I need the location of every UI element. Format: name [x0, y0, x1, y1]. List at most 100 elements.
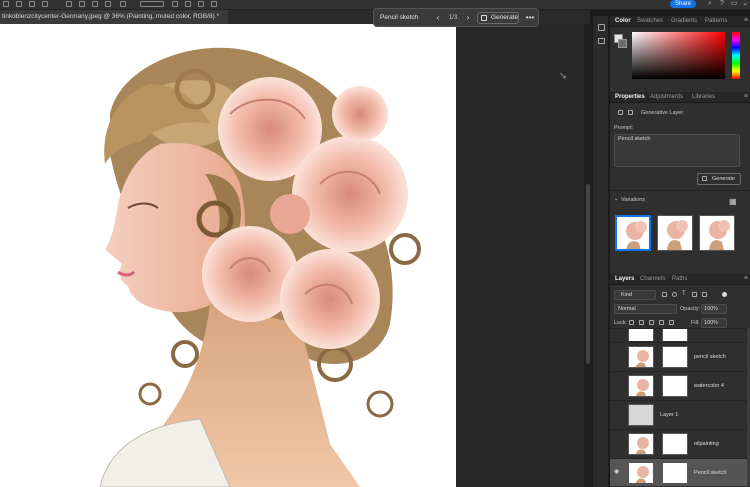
share-button[interactable]: Share [670, 0, 696, 8]
opacity-input[interactable]: 100% [701, 304, 727, 314]
variation-thumbnail[interactable] [615, 215, 651, 251]
grid-icon[interactable]: ▦ [729, 197, 737, 206]
help-icon[interactable]: ? [718, 0, 726, 8]
smart-object-filter-icon[interactable] [702, 292, 707, 297]
layer-mask-thumbnail [662, 375, 688, 397]
move-icon[interactable] [3, 1, 9, 7]
blend-mode-select[interactable]: Normal [614, 304, 677, 314]
layer-filter-select[interactable]: Kind [614, 290, 656, 300]
adjustment-filter-icon[interactable] [672, 292, 677, 297]
document-tab-title: tinkoblenzcitycenter-Germany.jpeg @ 36% … [2, 13, 220, 20]
slide-icon[interactable] [198, 1, 204, 7]
layer-row[interactable]: oilpainting [610, 429, 750, 457]
tab-swatches[interactable]: Swatches [637, 16, 663, 27]
layer-row[interactable]: watercolor 4 [610, 371, 750, 399]
distribute-icon[interactable] [66, 1, 72, 7]
align-right-icon[interactable] [42, 1, 48, 7]
divider [610, 190, 750, 191]
workspace-icon[interactable]: ▭ [730, 0, 738, 8]
tab-gradients[interactable]: Gradients [671, 16, 697, 27]
eye-icon[interactable]: ◉ [614, 468, 622, 476]
type-filter-icon[interactable]: T [682, 291, 686, 297]
layer-row[interactable] [610, 328, 750, 341]
comments-icon[interactable] [598, 38, 605, 44]
shape-filter-icon[interactable] [692, 292, 697, 297]
blend-mode-value: Normal [618, 306, 636, 312]
layer-row-selected[interactable]: ◉ Pencil sketch [610, 458, 750, 486]
align-left-icon[interactable] [16, 1, 22, 7]
fill-value: 100% [704, 320, 719, 326]
tab-color[interactable]: Color [615, 16, 631, 27]
tab-properties[interactable]: Properties [615, 92, 645, 103]
prompt-text: Pencil sketch [618, 136, 651, 142]
3d-mode-icon[interactable] [140, 1, 164, 7]
right-panel-dock: Color Swatches Gradients Patterns ≡ Prop… [609, 16, 750, 487]
layer-mask-thumbnail [662, 462, 688, 484]
orbit-icon[interactable] [172, 1, 178, 7]
vertical-scrollbar[interactable] [584, 24, 592, 487]
tab-adjustments[interactable]: Adjustments [650, 92, 683, 103]
scale-icon[interactable] [211, 1, 217, 7]
distribute-icon[interactable] [79, 1, 85, 7]
lock-transparency-icon[interactable] [629, 320, 634, 325]
generate-icon [481, 15, 487, 21]
chevron-down-icon[interactable]: ⌄ [741, 0, 749, 8]
align-center-icon[interactable] [29, 1, 35, 7]
properties-generate-button[interactable]: Generate [697, 173, 741, 185]
generate-icon [702, 176, 707, 181]
pixel-filter-icon[interactable] [662, 292, 667, 297]
previous-variation-button[interactable]: ‹ [434, 12, 442, 24]
filter-toggle-icon[interactable] [722, 292, 727, 297]
layer-name[interactable]: Pencil sketch [694, 459, 726, 487]
prompt-textarea[interactable]: Pencil sketch [614, 134, 740, 167]
prompt-label: Prompt: [614, 125, 634, 131]
next-variation-button[interactable]: › [464, 12, 472, 24]
tab-layers[interactable]: Layers [615, 274, 634, 285]
layer-row[interactable]: pencil sketch [610, 342, 750, 370]
distribute-icon[interactable] [92, 1, 98, 7]
variation-thumbnail[interactable] [657, 215, 693, 251]
variation-counter: 1/3 [448, 15, 458, 21]
opacity-label: Opacity: [680, 306, 701, 312]
layer-name[interactable]: watercolor 4 [694, 372, 724, 400]
fill-input[interactable]: 100% [701, 318, 727, 328]
variations-chevron-icon[interactable]: ⌄ [614, 196, 619, 202]
document-tab[interactable]: tinkoblenzcitycenter-Germany.jpeg @ 36% … [0, 10, 228, 24]
tab-libraries[interactable]: Libraries [692, 92, 715, 103]
hand-cursor-icon: ➘ [559, 71, 568, 82]
pasteboard: ➘ [456, 24, 584, 487]
panel-menu-icon[interactable]: ≡ [744, 16, 748, 26]
scrollbar-thumb[interactable] [586, 184, 590, 364]
background-color-swatch[interactable] [618, 39, 627, 48]
layer-thumbnail [628, 433, 654, 455]
prompt-input[interactable]: Pencil sketch [377, 12, 432, 24]
lock-position-icon[interactable] [649, 320, 654, 325]
color-picker-field[interactable] [632, 32, 725, 79]
hue-slider[interactable] [732, 32, 740, 79]
layer-thumbnail [628, 404, 654, 426]
tab-channels[interactable]: Channels [640, 274, 665, 285]
history-icon[interactable] [598, 24, 605, 31]
generate-button[interactable]: Generate [477, 12, 519, 24]
layer-name[interactable]: Layer 1 [660, 401, 678, 429]
lock-artboard-icon[interactable] [659, 320, 664, 325]
more-options-icon[interactable] [120, 1, 126, 7]
panel-menu-icon[interactable]: ≡ [744, 274, 748, 284]
layer-row[interactable]: Layer 1 [610, 400, 750, 428]
distribute-icon[interactable] [105, 1, 111, 7]
lock-pixels-icon[interactable] [639, 320, 644, 325]
lock-all-icon[interactable] [669, 320, 674, 325]
tab-patterns[interactable]: Patterns [705, 16, 727, 27]
layer-name[interactable]: oilpainting [694, 430, 719, 458]
mask-icon [628, 110, 633, 115]
more-options-button[interactable]: ••• [524, 12, 536, 24]
document-canvas[interactable] [0, 24, 456, 487]
properties-generate-label: Generate [712, 176, 735, 182]
search-icon[interactable]: ⌕ [706, 0, 714, 8]
panel-menu-icon[interactable]: ≡ [744, 92, 748, 102]
layer-name[interactable]: pencil sketch [694, 343, 726, 371]
tab-paths[interactable]: Paths [672, 274, 687, 285]
variation-thumbnail[interactable] [699, 215, 735, 251]
fill-label: Fill: [691, 320, 700, 326]
pan-icon[interactable] [185, 1, 191, 7]
